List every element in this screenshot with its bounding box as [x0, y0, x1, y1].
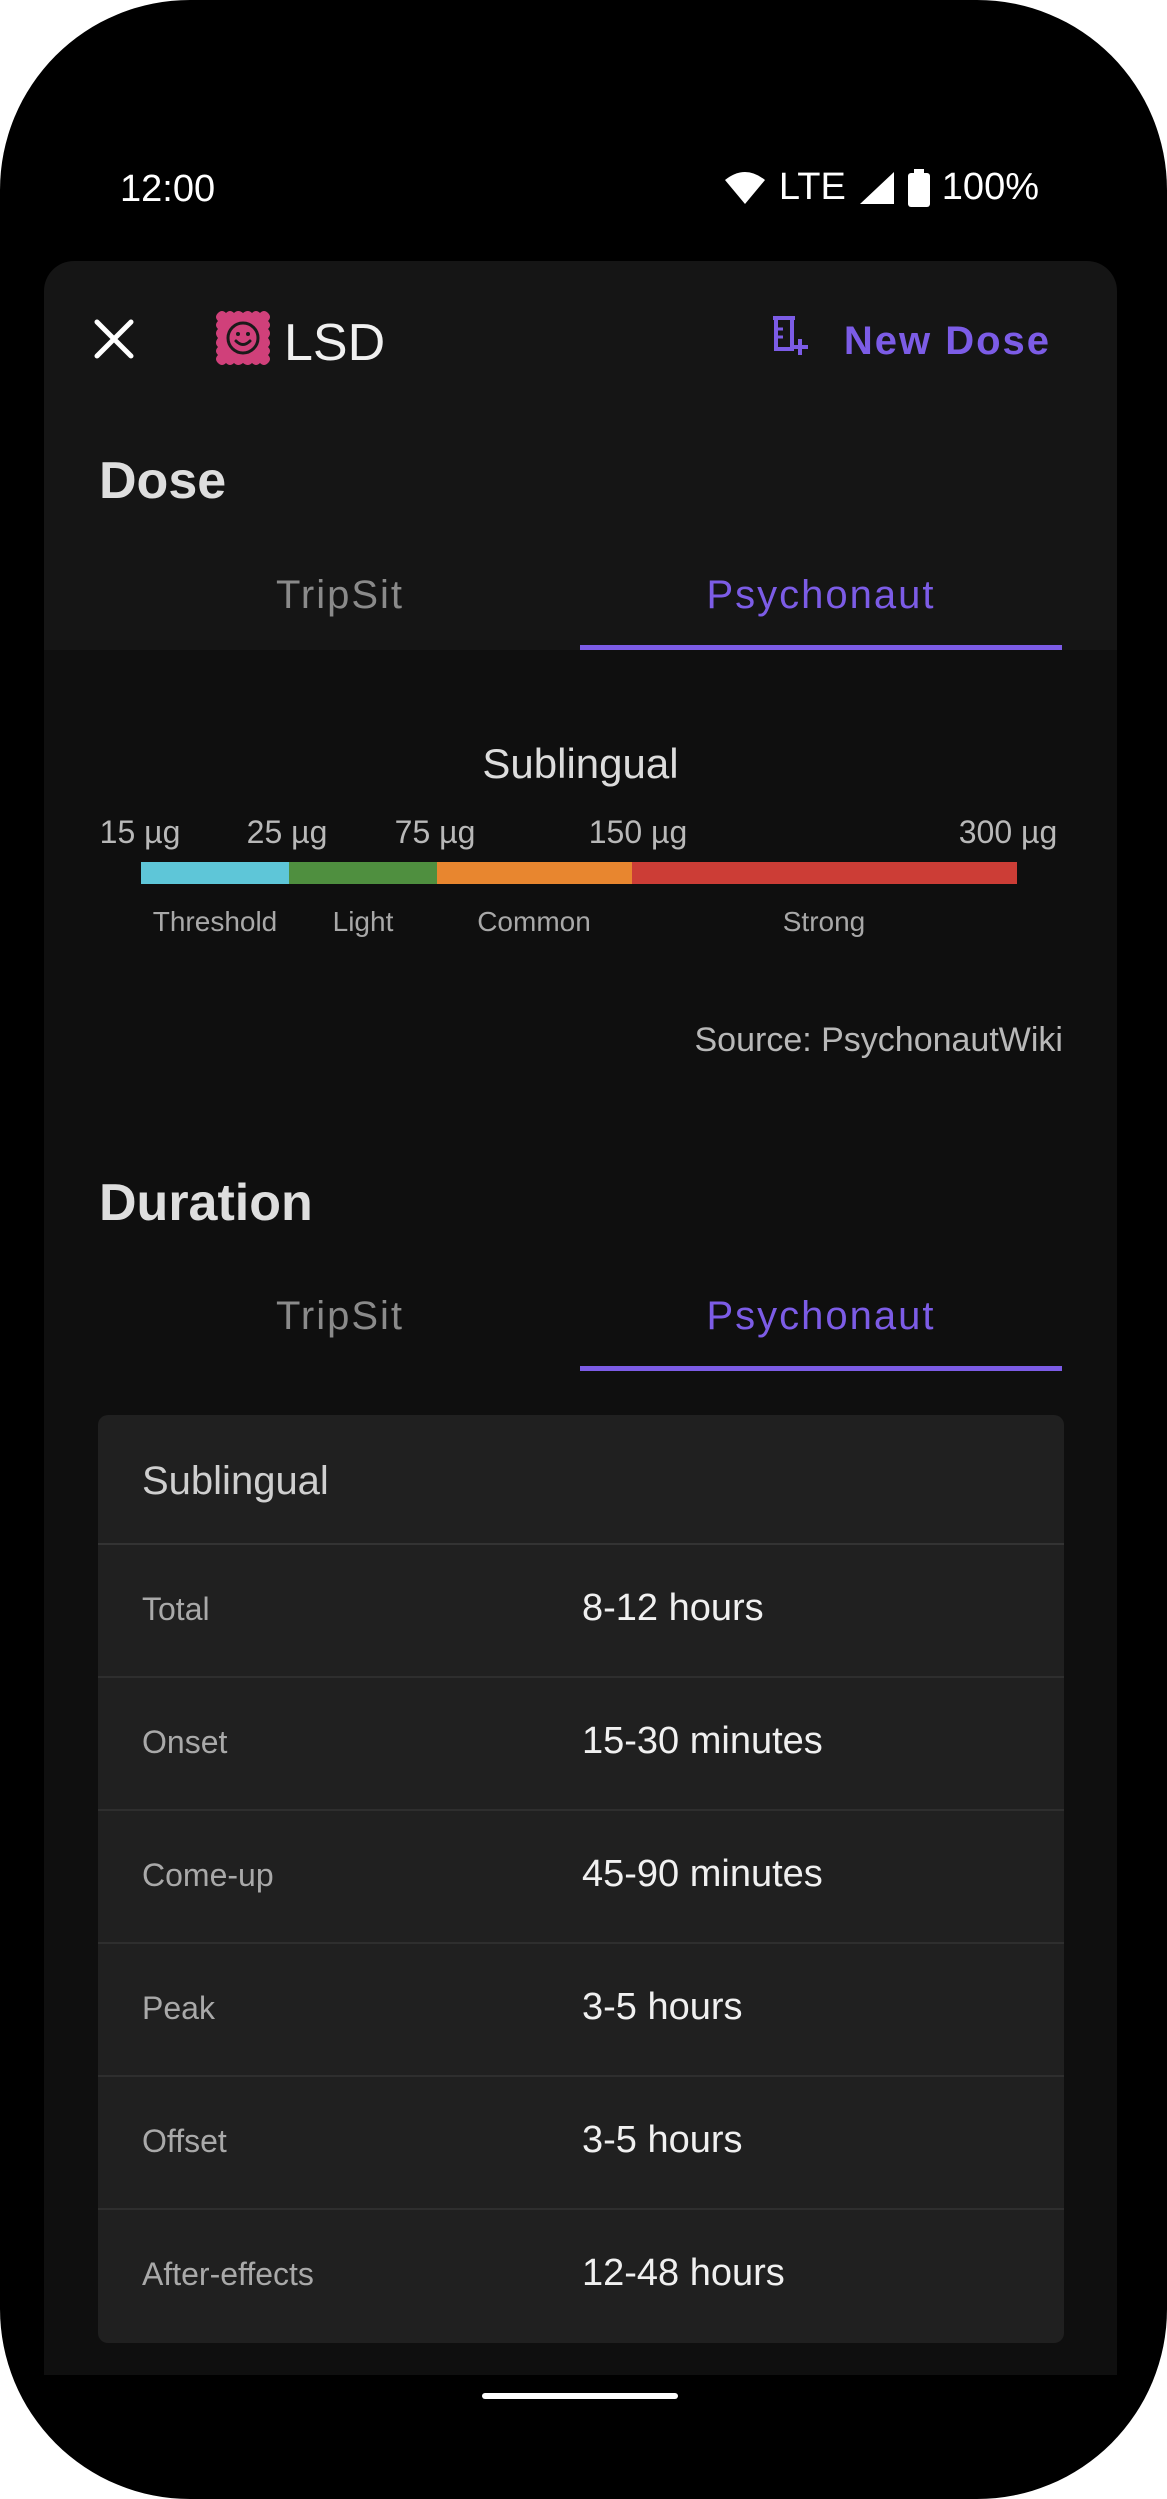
- substance-title: LSD: [284, 314, 386, 372]
- dose-tick: 300 µg: [958, 814, 1058, 850]
- range-label-strong: Strong: [782, 906, 866, 937]
- close-icon: [94, 319, 134, 364]
- row-key: Onset: [142, 1724, 228, 1760]
- row-value: 45-90 minutes: [582, 1853, 823, 1895]
- range-label-common: Common: [477, 906, 591, 937]
- range-label-light: Light: [332, 906, 394, 937]
- duration-tab-psychonaut[interactable]: Psychonaut: [580, 1261, 1062, 1371]
- light-range-bar: [289, 862, 437, 884]
- duration-route-label: Sublingual: [142, 1459, 329, 1503]
- table-row: Peak 3-5 hours: [98, 1944, 1064, 2077]
- signal-icon: [858, 170, 896, 206]
- battery-icon: [907, 168, 930, 207]
- row-key: Peak: [142, 1990, 215, 2026]
- row-key: Total: [142, 1591, 210, 1627]
- wifi-icon: [723, 170, 767, 206]
- add-dose-icon: [770, 315, 810, 367]
- table-row: After-effects 12-48 hours: [98, 2210, 1064, 2343]
- top-bar: LSD New Dose: [44, 261, 1117, 416]
- row-key: Offset: [142, 2123, 227, 2159]
- dose-tab-tripsit[interactable]: TripSit: [99, 540, 581, 650]
- duration-section-title: Duration: [99, 1174, 313, 1232]
- home-indicator[interactable]: [482, 2393, 678, 2399]
- dose-tick: 15 µg: [99, 814, 181, 850]
- row-key: Come-up: [142, 1857, 274, 1893]
- dose-tab-psychonaut[interactable]: Psychonaut: [580, 540, 1062, 650]
- status-icons: LTE 100%: [723, 166, 1039, 209]
- network-label: LTE: [778, 166, 846, 208]
- dose-tick: 150 µg: [588, 814, 688, 850]
- table-row: Total 8-12 hours: [98, 1545, 1064, 1678]
- duration-card: Sublingual Total 8-12 hours Onset 15-30 …: [98, 1415, 1064, 2343]
- dose-source: Source: PsychonautWiki: [694, 1021, 1064, 1059]
- substance-sheet: LSD New Dose Dose TripSit Psychonaut Sub…: [44, 261, 1117, 2375]
- table-row: Come-up 45-90 minutes: [98, 1811, 1064, 1944]
- row-value: 12-48 hours: [582, 2252, 785, 2294]
- device-frame: 12:00 LTE 100% LSD New Dose Dose TripSit…: [0, 0, 1167, 2499]
- range-label-threshold: Threshold: [152, 906, 278, 937]
- status-time: 12:00: [120, 168, 216, 210]
- common-range-bar: [437, 862, 632, 884]
- dose-section-title: Dose: [99, 452, 227, 510]
- row-key: After-effects: [142, 2256, 314, 2292]
- new-dose-button[interactable]: New Dose: [770, 309, 1051, 373]
- threshold-range-bar: [141, 862, 289, 884]
- duration-tabs: TripSit Psychonaut: [44, 1261, 1117, 1371]
- row-value: 3-5 hours: [582, 1986, 743, 2028]
- table-row: Offset 3-5 hours: [98, 2077, 1064, 2210]
- row-value: 15-30 minutes: [582, 1720, 823, 1762]
- substance-icon: [214, 309, 272, 372]
- table-row: Onset 15-30 minutes: [98, 1678, 1064, 1811]
- close-button[interactable]: [84, 311, 144, 371]
- battery-label: 100%: [941, 166, 1039, 208]
- dose-tick: 75 µg: [394, 814, 476, 850]
- dose-tabs: TripSit Psychonaut: [44, 540, 1117, 650]
- dose-tick: 25 µg: [246, 814, 328, 850]
- strong-range-bar: [632, 862, 1017, 884]
- dose-route-label: Sublingual: [482, 740, 679, 787]
- row-value: 3-5 hours: [582, 2119, 743, 2161]
- new-dose-label: New Dose: [843, 318, 1051, 363]
- row-value: 8-12 hours: [582, 1587, 764, 1629]
- duration-card-header: Sublingual: [98, 1415, 1064, 1545]
- duration-tab-tripsit[interactable]: TripSit: [99, 1261, 581, 1371]
